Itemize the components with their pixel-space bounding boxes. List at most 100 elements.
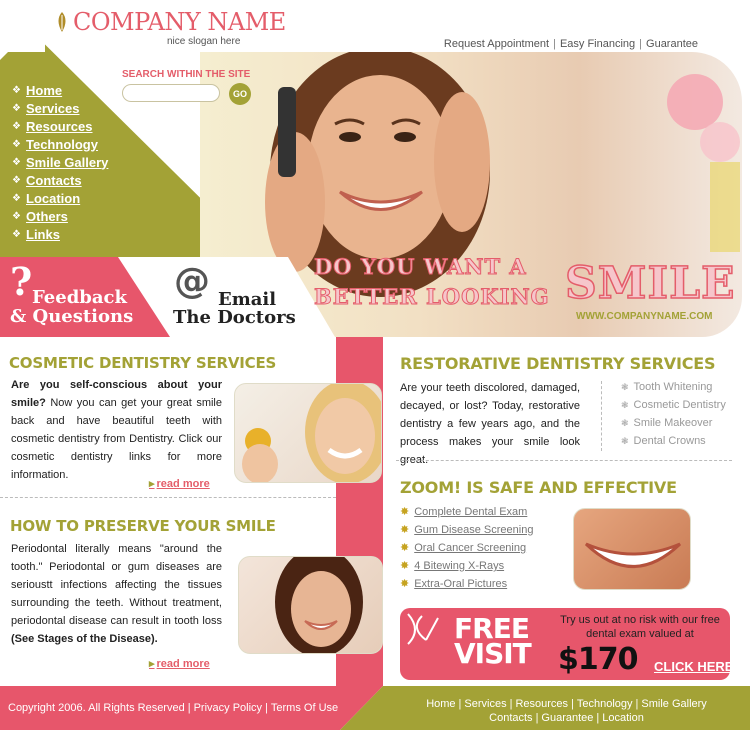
footer-link-contacts[interactable]: Contacts bbox=[489, 712, 532, 724]
top-left-white-shape bbox=[0, 0, 60, 60]
leaf-icon bbox=[58, 12, 66, 32]
cosmetic-read-more-link[interactable]: ▸ read more bbox=[149, 477, 210, 490]
flower-bullet-icon: ❃ bbox=[621, 436, 629, 446]
bullet-icon: ❖ bbox=[12, 120, 21, 132]
bullet-icon: ❖ bbox=[12, 156, 21, 168]
feedback-questions-link[interactable]: ? Feedback & Questions bbox=[0, 257, 170, 337]
footer-copyright: Copyright 2006. All Rights Reserved | Priv… bbox=[8, 702, 339, 714]
smile-closeup-illustration bbox=[584, 542, 682, 568]
footer-link-services[interactable]: Services bbox=[464, 698, 506, 710]
free-visit-price: $170 bbox=[558, 642, 638, 677]
search-go-button[interactable]: GO bbox=[229, 83, 251, 105]
bullet-icon: ❖ bbox=[12, 192, 21, 204]
cosmetic-photo bbox=[234, 383, 382, 483]
star-icon: ✸ bbox=[400, 524, 410, 536]
bullet-icon: ❖ bbox=[12, 174, 21, 186]
flower-bullet-icon: ❃ bbox=[621, 418, 629, 428]
divider bbox=[0, 497, 336, 498]
top-links: Request Appointment | Easy Financing | Guara… bbox=[443, 38, 698, 50]
search-label: SEARCH WITHIN THE SITE bbox=[122, 69, 251, 80]
footer-link-location[interactable]: Location bbox=[602, 712, 644, 724]
company-logo[interactable]: COMPANY NAME nice slogan here bbox=[55, 8, 286, 50]
questions-label: & Questions bbox=[10, 306, 134, 327]
nav-item-smile-gallery[interactable]: ❖ Smile Gallery bbox=[12, 153, 108, 171]
bullet-icon: ❖ bbox=[12, 84, 21, 96]
zoom-smile-photo bbox=[573, 508, 691, 590]
arrow-right-icon: ▸ bbox=[149, 478, 155, 490]
question-mark-icon: ? bbox=[10, 259, 33, 304]
click-here-button[interactable]: CLICK HERE bbox=[654, 659, 733, 674]
main-nav: ❖ Home ❖ Services ❖ Resources ❖ Technology ❖… bbox=[12, 81, 108, 243]
search-input[interactable] bbox=[122, 84, 220, 102]
the-doctors-label: The Doctors bbox=[173, 307, 296, 328]
divider bbox=[396, 460, 732, 461]
footer-link-home[interactable]: Home bbox=[426, 698, 455, 710]
woman-apple-illustration bbox=[242, 384, 381, 482]
guarantee-link[interactable]: Guarantee bbox=[646, 38, 698, 50]
zoom-list-item[interactable]: ✸ Extra-Oral Pictures bbox=[400, 575, 533, 593]
company-slogan: nice slogan here bbox=[167, 36, 241, 47]
restorative-list-divider bbox=[601, 381, 602, 451]
nav-item-home[interactable]: ❖ Home bbox=[12, 81, 108, 99]
terms-of-use-link[interactable]: Terms Of Use bbox=[271, 702, 338, 714]
restorative-services-list: ❃ Tooth Whitening ❃ Cosmetic Dentistry ❃ Sm… bbox=[621, 378, 726, 450]
free-visit-title: FREE VISIT bbox=[454, 612, 532, 670]
zoom-list-item[interactable]: ✸ Gum Disease Screening bbox=[400, 521, 533, 539]
zoom-list: ✸ Complete Dental Exam ✸ Gum Disease Scree… bbox=[400, 503, 533, 593]
footer-link-guarantee[interactable]: Guarantee bbox=[541, 712, 593, 724]
arrow-right-icon: ▸ bbox=[149, 658, 155, 670]
preserve-text: Periodontal literally means "around the … bbox=[11, 543, 222, 627]
zoom-list-item[interactable]: ✸ Complete Dental Exam bbox=[400, 503, 533, 521]
footer-link-resources[interactable]: Resources bbox=[515, 698, 568, 710]
preserve-stages-link[interactable]: (See Stages of the Disease). bbox=[11, 633, 158, 645]
company-name: COMPANY NAME bbox=[73, 8, 286, 36]
privacy-policy-link[interactable]: Privacy Policy bbox=[194, 702, 262, 714]
hero-url: WWW.COMPANYNAME.COM bbox=[576, 311, 713, 322]
feedback-label: Feedback bbox=[32, 287, 127, 308]
nav-item-technology[interactable]: ❖ Technology bbox=[12, 135, 108, 153]
nav-item-resources[interactable]: ❖ Resources bbox=[12, 117, 108, 135]
email-doctors-link[interactable]: @ Email The Doctors bbox=[170, 257, 335, 337]
hero-smile-word: SMILE bbox=[564, 257, 736, 310]
preserve-photo bbox=[238, 556, 383, 654]
free-visit-text: Try us out at no risk with our free dent… bbox=[560, 614, 720, 640]
preserve-read-more-link[interactable]: ▸ read more bbox=[149, 657, 210, 670]
at-sign-icon: @ bbox=[174, 261, 210, 302]
footer-link-smile-gallery[interactable]: Smile Gallery bbox=[641, 698, 706, 710]
easy-financing-link[interactable]: Easy Financing bbox=[560, 38, 635, 50]
preserve-read-more-label: read more bbox=[156, 658, 210, 670]
nav-item-contacts[interactable]: ❖ Contacts bbox=[12, 171, 108, 189]
zoom-list-item[interactable]: ✸ 4 Bitewing X-Rays bbox=[400, 557, 533, 575]
service-item[interactable]: ❃ Dental Crowns bbox=[621, 432, 726, 450]
service-item[interactable]: ❃ Cosmetic Dentistry bbox=[621, 396, 726, 414]
bullet-icon: ❖ bbox=[12, 138, 21, 150]
preserve-title: HOW TO PRESERVE YOUR SMILE bbox=[10, 517, 276, 535]
footer-links: Home | Services | Resources | Technology | Smile… bbox=[426, 698, 707, 724]
service-item[interactable]: ❃ Smile Makeover bbox=[621, 414, 726, 432]
gift-bow-icon bbox=[407, 613, 439, 645]
footer-link-technology[interactable]: Technology bbox=[577, 698, 633, 710]
flower-bullet-icon: ❃ bbox=[621, 382, 629, 392]
cosmetic-text: Now you can get your great smile back an… bbox=[11, 397, 222, 481]
star-icon: ✸ bbox=[400, 542, 410, 554]
zoom-list-item[interactable]: ✸ Oral Cancer Screening bbox=[400, 539, 533, 557]
star-icon: ✸ bbox=[400, 560, 410, 572]
cosmetic-title: COSMETIC DENTISTRY SERVICES bbox=[9, 354, 277, 372]
nav-item-links[interactable]: ❖ Links bbox=[12, 225, 108, 243]
preserve-body: Periodontal literally means "around the … bbox=[11, 540, 222, 648]
hero-line-1: DO YOU WANT A bbox=[314, 254, 527, 280]
bullet-icon: ❖ bbox=[12, 210, 21, 222]
star-icon: ✸ bbox=[400, 578, 410, 590]
footer-diagonal bbox=[340, 686, 384, 730]
restorative-body: Are your teeth discolored, damaged, deca… bbox=[400, 382, 580, 466]
request-appointment-link[interactable]: Request Appointment bbox=[444, 38, 549, 50]
zoom-title: ZOOM! IS SAFE AND EFFECTIVE bbox=[400, 478, 677, 497]
cosmetic-read-more-label: read more bbox=[156, 478, 210, 490]
nav-item-location[interactable]: ❖ Location bbox=[12, 189, 108, 207]
restorative-title: RESTORATIVE DENTISTRY SERVICES bbox=[400, 354, 716, 373]
nav-item-services[interactable]: ❖ Services bbox=[12, 99, 108, 117]
service-item[interactable]: ❃ Tooth Whitening bbox=[621, 378, 726, 396]
nav-item-others[interactable]: ❖ Others bbox=[12, 207, 108, 225]
hero-line-2: BETTER LOOKING bbox=[314, 284, 550, 310]
star-icon: ✸ bbox=[400, 506, 410, 518]
